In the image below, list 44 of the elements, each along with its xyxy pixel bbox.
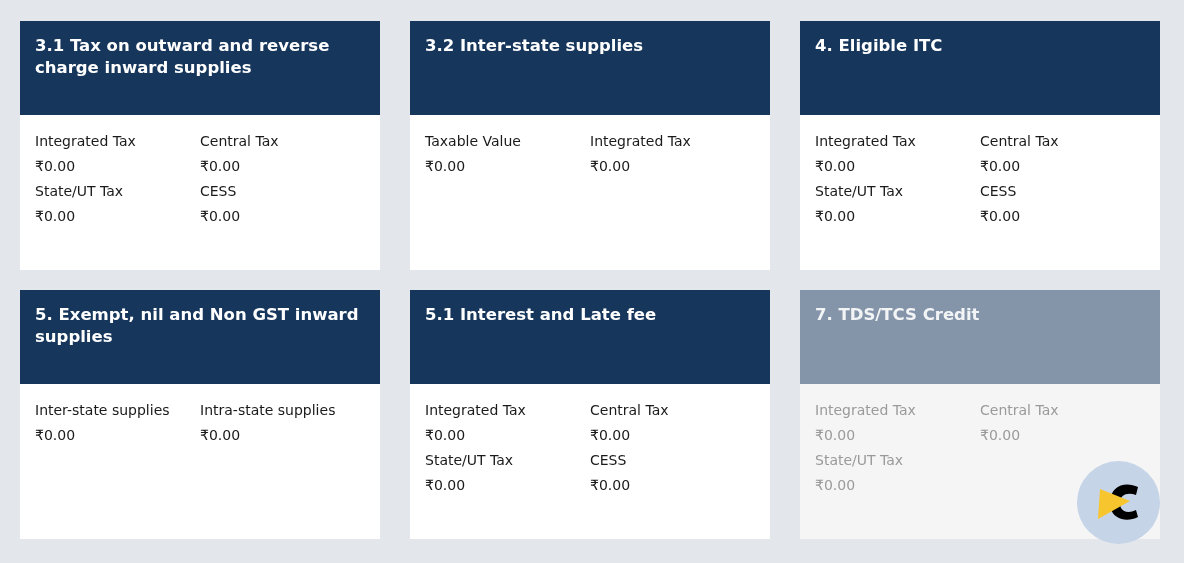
card-title: 5.1 Interest and Late fee xyxy=(425,304,658,326)
card-title: 5. Exempt, nil and Non GST inward supplies xyxy=(35,304,360,348)
field-label: State/UT Tax xyxy=(35,182,124,201)
field-label: CESS xyxy=(590,451,627,470)
field-label: Central Tax xyxy=(980,132,1059,151)
field-label: Central Tax xyxy=(200,132,279,151)
field-value: ₹0.00 xyxy=(590,476,631,495)
card-title: 7. TDS/TCS Credit xyxy=(815,304,981,326)
field-label: Taxable Value xyxy=(425,132,521,151)
field-label: State/UT Tax xyxy=(815,182,904,201)
field-label: State/UT Tax xyxy=(425,451,514,470)
field-value: ₹0.00 xyxy=(815,157,856,176)
field-label: Inter-state supplies xyxy=(35,401,170,420)
field-value: ₹0.00 xyxy=(200,426,241,445)
field-value: ₹0.00 xyxy=(425,157,466,176)
field-value: ₹0.00 xyxy=(425,426,466,445)
field-value: ₹0.00 xyxy=(35,426,76,445)
field-value: ₹0.00 xyxy=(200,207,241,226)
field-label: Integrated Tax xyxy=(590,132,691,151)
field-value: ₹0.00 xyxy=(200,157,241,176)
field-value: ₹0.00 xyxy=(425,476,466,495)
card-title: 3.1 Tax on outward and reverse charge inward supplies xyxy=(35,35,331,79)
field-value: ₹0.00 xyxy=(815,207,856,226)
field-label: Integrated Tax xyxy=(815,132,916,151)
field-value: ₹0.00 xyxy=(815,476,856,495)
field-value: ₹0.00 xyxy=(35,207,76,226)
field-value: ₹0.00 xyxy=(590,426,631,445)
field-label: State/UT Tax xyxy=(815,451,904,470)
field-value: ₹0.00 xyxy=(980,157,1021,176)
field-label: Integrated Tax xyxy=(425,401,526,420)
field-label: CESS xyxy=(200,182,237,201)
field-value: ₹0.00 xyxy=(815,426,856,445)
field-value: ₹0.00 xyxy=(980,426,1021,445)
field-label: CESS xyxy=(980,182,1017,201)
field-label: Central Tax xyxy=(590,401,669,420)
card-title: 3.2 Inter-state supplies xyxy=(425,35,645,57)
field-label: Integrated Tax xyxy=(35,132,136,151)
field-label: Integrated Tax xyxy=(815,401,916,420)
field-value: ₹0.00 xyxy=(35,157,76,176)
field-value: ₹0.00 xyxy=(980,207,1021,226)
field-label: Intra-state supplies xyxy=(200,401,336,420)
card-title: 4. Eligible ITC xyxy=(815,35,944,57)
field-label: Central Tax xyxy=(980,401,1059,420)
field-value: ₹0.00 xyxy=(590,157,631,176)
